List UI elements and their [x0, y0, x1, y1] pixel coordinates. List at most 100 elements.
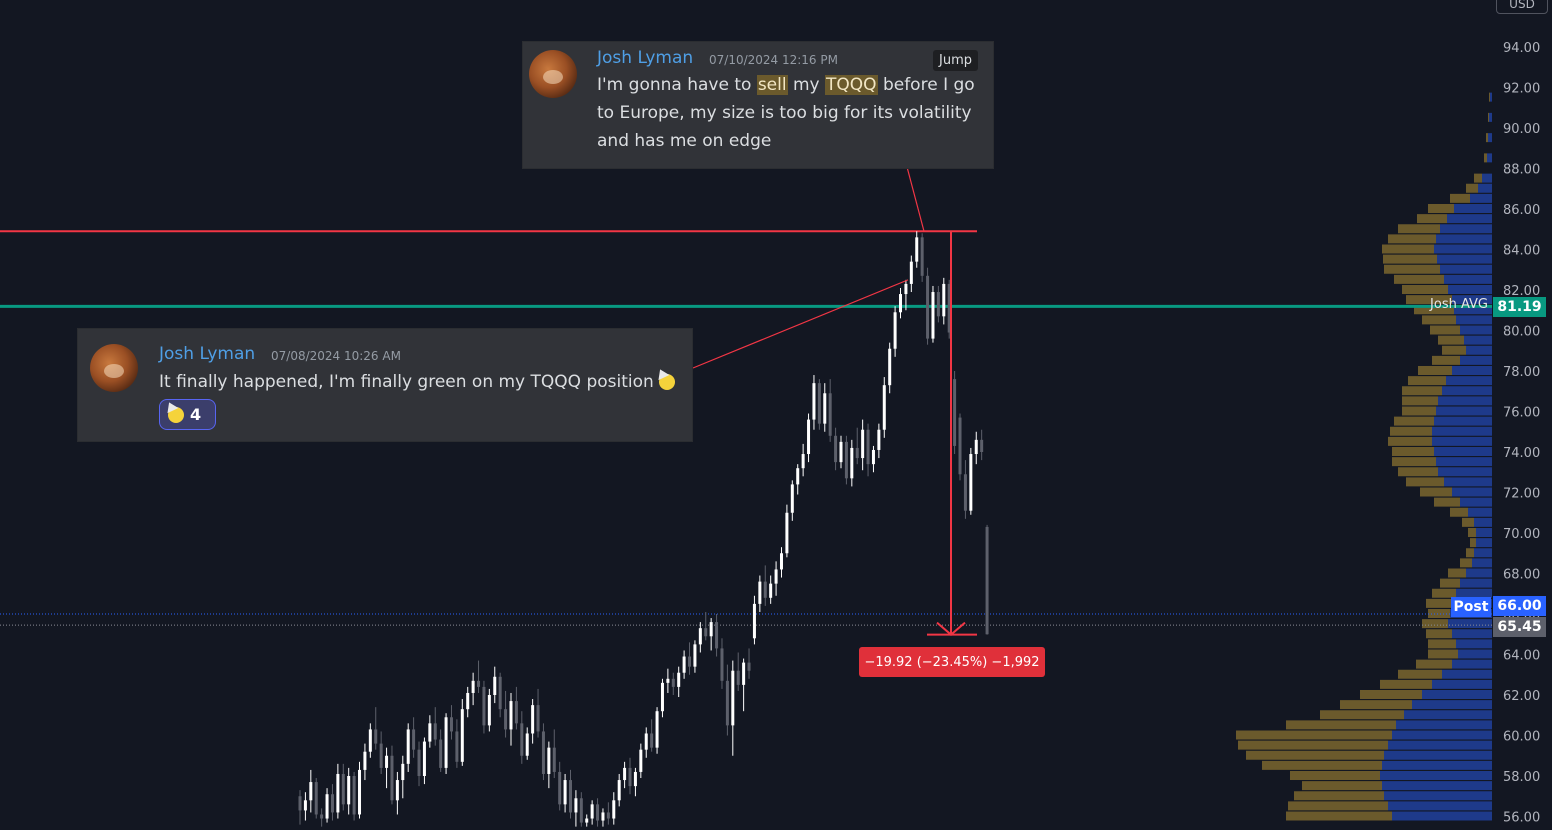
- volume-profile-up-bar: [1489, 112, 1492, 122]
- candle-body: [828, 393, 832, 436]
- party-emoji-icon: [659, 374, 676, 390]
- volume-profile-down-bar: [1286, 720, 1396, 730]
- last-price-tag: 65.45: [1493, 617, 1546, 637]
- candle-body: [639, 749, 643, 772]
- candle-body: [536, 705, 540, 732]
- volume-profile-up-bar: [1382, 760, 1492, 770]
- candle-body: [330, 794, 334, 813]
- highlight-sell: sell: [756, 75, 788, 95]
- volume-profile-up-bar: [1442, 386, 1492, 396]
- candle-body: [893, 312, 897, 349]
- candle-body: [834, 435, 838, 463]
- candle-body: [520, 723, 524, 756]
- candle-body: [688, 656, 692, 667]
- volume-profile-up-bar: [1452, 659, 1492, 669]
- volume-profile-down-bar: [1286, 811, 1392, 821]
- candle-body: [774, 569, 778, 584]
- volume-profile-down-bar: [1390, 426, 1432, 436]
- volume-profile-down-bar: [1394, 274, 1444, 284]
- volume-profile-down-bar: [1462, 517, 1474, 527]
- volume-profile-up-bar: [1482, 173, 1492, 183]
- y-axis-tick-label: 90.00: [1503, 122, 1540, 137]
- currency-button[interactable]: USD: [1496, 0, 1548, 14]
- volume-profile-up-bar: [1432, 436, 1492, 446]
- volume-profile-down-bar: [1320, 710, 1404, 720]
- candle-body: [601, 812, 605, 821]
- volume-profile-up-bar: [1476, 528, 1492, 537]
- candle-body: [926, 275, 930, 339]
- volume-profile-down-bar: [1288, 801, 1388, 811]
- candle-body: [958, 417, 962, 475]
- volume-profile-down-bar: [1416, 659, 1452, 669]
- volume-profile-down-bar: [1440, 578, 1460, 588]
- volume-profile-down-bar: [1438, 335, 1464, 345]
- candle-body: [644, 733, 648, 750]
- volume-profile-down-bar: [1426, 598, 1452, 608]
- candle-body: [596, 804, 600, 821]
- party-emoji-icon: [168, 406, 184, 423]
- candle-body: [444, 717, 448, 768]
- candle-body: [985, 526, 989, 635]
- volume-profile-down-bar: [1402, 406, 1436, 416]
- volume-profile-up-bar: [1452, 487, 1492, 497]
- volume-profile-down-bar: [1392, 447, 1434, 456]
- highlight-tqqq: TQQQ: [825, 75, 878, 95]
- candle-body: [747, 662, 751, 671]
- candle-body: [671, 678, 675, 687]
- volume-profile-down-bar: [1466, 183, 1478, 193]
- candle-body: [715, 622, 719, 649]
- volume-profile-down-bar: [1489, 92, 1490, 102]
- candle-body: [796, 468, 800, 485]
- candle-body: [514, 701, 518, 724]
- volume-profile-up-bar: [1392, 811, 1492, 821]
- volume-profile-up-bar: [1396, 720, 1492, 730]
- candle-body: [758, 581, 762, 604]
- volume-profile-up-bar: [1456, 315, 1492, 325]
- volume-profile-down-bar: [1448, 568, 1466, 578]
- volume-profile-up-bar: [1422, 690, 1492, 699]
- volume-profile-down-bar: [1428, 204, 1454, 213]
- candle-body: [385, 755, 389, 768]
- volume-profile-up-bar: [1454, 204, 1492, 213]
- candle-body: [779, 553, 783, 570]
- candle-body: [303, 800, 307, 811]
- message-author[interactable]: Josh Lyman: [159, 344, 255, 364]
- volume-profile-up-bar: [1440, 224, 1492, 234]
- volume-profile-down-bar: [1470, 538, 1476, 548]
- candle-body: [590, 804, 594, 819]
- candle-body: [541, 731, 545, 774]
- candle-body: [725, 680, 729, 726]
- candle-body: [823, 393, 827, 424]
- volume-profile-down-bar: [1398, 669, 1442, 679]
- message-line-1: I'm gonna have to sell my TQQQ before I …: [597, 75, 975, 95]
- volume-profile-up-bar: [1388, 740, 1492, 750]
- candle-body: [628, 767, 632, 787]
- candle-body: [563, 780, 567, 805]
- volume-profile-up-bar: [1436, 234, 1492, 244]
- candle-body: [612, 800, 616, 819]
- volume-profile-up-bar: [1388, 801, 1492, 811]
- volume-profile-up-bar: [1460, 497, 1492, 507]
- candle-body: [980, 439, 984, 452]
- volume-profile-up-bar: [1466, 568, 1492, 578]
- candle-body: [498, 676, 502, 710]
- volume-profile-up-bar: [1438, 396, 1492, 406]
- candle-body: [493, 676, 497, 695]
- volume-profile-down-bar: [1383, 254, 1437, 264]
- message-timestamp: 07/10/2024 12:16 PM: [709, 53, 838, 67]
- volume-profile-down-bar: [1422, 619, 1448, 629]
- candle-body: [314, 782, 318, 815]
- candle-body: [655, 711, 659, 748]
- volume-profile-up-bar: [1380, 771, 1492, 780]
- jump-button[interactable]: Jump: [933, 50, 978, 71]
- message-text: I'm gonna have to sell my TQQQ before I …: [597, 71, 987, 155]
- message-author[interactable]: Josh Lyman: [597, 48, 693, 68]
- candle-body: [504, 709, 508, 730]
- reaction-button[interactable]: 4: [159, 399, 216, 430]
- candle-body: [807, 419, 811, 455]
- candle-body: [298, 796, 302, 811]
- y-axis-tick-label: 68.00: [1503, 568, 1540, 583]
- volume-profile-up-bar: [1440, 264, 1492, 274]
- y-axis-tick-label: 56.00: [1503, 811, 1540, 826]
- candle-body: [693, 644, 697, 667]
